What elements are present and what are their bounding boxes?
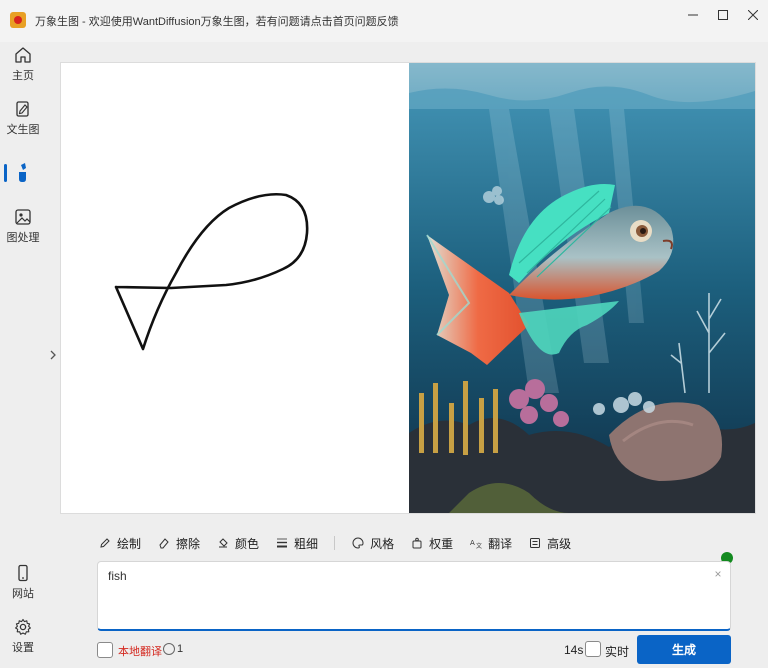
sidebar-item-label: 文生图 — [6, 124, 40, 136]
tool-label: 风格 — [370, 536, 395, 551]
maximize-icon — [718, 10, 728, 20]
active-indicator — [4, 164, 7, 182]
phone-icon — [18, 564, 28, 582]
local-translate-checkbox[interactable] — [97, 642, 113, 658]
sidebar-item-label: 设置 — [12, 642, 34, 654]
drawing-canvas[interactable] — [61, 63, 408, 513]
line-weight-icon — [275, 536, 289, 550]
local-translate-label: 本地翻译 — [118, 646, 162, 658]
sketch-stroke — [114, 193, 309, 351]
palette-icon — [351, 536, 365, 550]
svg-text:A: A — [470, 539, 475, 547]
tool-draw-button[interactable]: 绘制 — [98, 532, 141, 554]
close-icon — [748, 10, 758, 20]
window-title: 万象生图 - 欢迎使用WantDiffusion万象生图，若有问题请点击首页问题… — [35, 16, 399, 28]
sidebar-item-image-process[interactable]: 图处理 — [0, 204, 46, 252]
text-to-image-icon — [16, 101, 29, 117]
tool-label: 翻译 — [488, 536, 513, 551]
drawing-toolbar: 绘制 擦除 颜色 粗细 风格 权重 A文 翻译 高级 — [98, 532, 587, 554]
tool-label: 颜色 — [235, 536, 260, 551]
app-logo-icon — [10, 12, 26, 28]
realtime-checkbox[interactable] — [585, 641, 601, 657]
tool-label: 擦除 — [176, 536, 201, 551]
canvas-panel — [60, 62, 756, 514]
tool-advanced-button[interactable]: 高级 — [528, 532, 571, 554]
maximize-button[interactable] — [708, 2, 738, 28]
chevron-right-icon — [50, 350, 56, 360]
minimize-button[interactable] — [678, 2, 708, 28]
advanced-icon — [528, 536, 542, 550]
title-bar: 万象生图 - 欢迎使用WantDiffusion万象生图，若有问题请点击首页问题… — [0, 0, 768, 42]
generate-button[interactable]: 生成 — [637, 635, 731, 664]
elapsed-time: 14s — [564, 643, 584, 657]
sidebar-item-label: 主页 — [12, 70, 34, 82]
translate-icon: A文 — [469, 536, 483, 550]
pencil-icon — [98, 536, 112, 550]
sidebar-item-website[interactable]: 网站 — [0, 560, 46, 608]
fish-artwork — [409, 63, 755, 513]
collapse-panel-button[interactable] — [47, 346, 59, 364]
tool-label: 高级 — [547, 536, 572, 551]
sketch-to-image-icon — [19, 163, 26, 182]
tool-style-button[interactable]: 风格 — [351, 532, 394, 554]
tool-label: 绘制 — [117, 536, 142, 551]
toolbar-divider — [334, 536, 336, 550]
svg-text:文: 文 — [476, 542, 482, 549]
close-button[interactable] — [738, 2, 768, 28]
generated-image[interactable] — [409, 63, 755, 513]
sidebar-item-label: 网站 — [12, 588, 34, 600]
sidebar-item-settings[interactable]: 设置 — [0, 614, 46, 662]
weight-icon — [410, 536, 424, 550]
count-value: 1 — [177, 643, 184, 655]
prompt-field[interactable]: fish × — [97, 561, 731, 631]
tool-erase-button[interactable]: 擦除 — [157, 532, 200, 554]
home-icon — [15, 47, 31, 63]
gear-icon — [15, 618, 31, 635]
prompt-input[interactable]: fish — [98, 562, 730, 629]
tool-color-button[interactable]: 颜色 — [216, 532, 259, 554]
count-icon — [163, 643, 175, 655]
tool-label: 权重 — [429, 536, 454, 551]
clear-prompt-button[interactable]: × — [712, 568, 724, 580]
tool-weight-button[interactable]: 权重 — [410, 532, 453, 554]
eraser-icon — [157, 536, 171, 550]
realtime-label: 实时 — [605, 645, 630, 659]
sidebar-item-sketch-to-image[interactable] — [0, 150, 46, 198]
sidebar-item-text-to-image[interactable]: 文生图 — [0, 96, 46, 144]
minimize-icon — [688, 14, 698, 16]
tool-thickness-button[interactable]: 粗细 — [275, 532, 318, 554]
sidebar-item-label: 图处理 — [6, 232, 40, 244]
tool-label: 粗细 — [294, 536, 319, 551]
image-process-icon — [15, 209, 31, 225]
paint-bucket-icon — [216, 536, 230, 550]
sidebar: 主页 文生图 图处理 网站 设置 — [0, 42, 46, 668]
sidebar-item-home[interactable]: 主页 — [0, 42, 46, 90]
tool-translate-button[interactable]: A文 翻译 — [469, 532, 512, 554]
